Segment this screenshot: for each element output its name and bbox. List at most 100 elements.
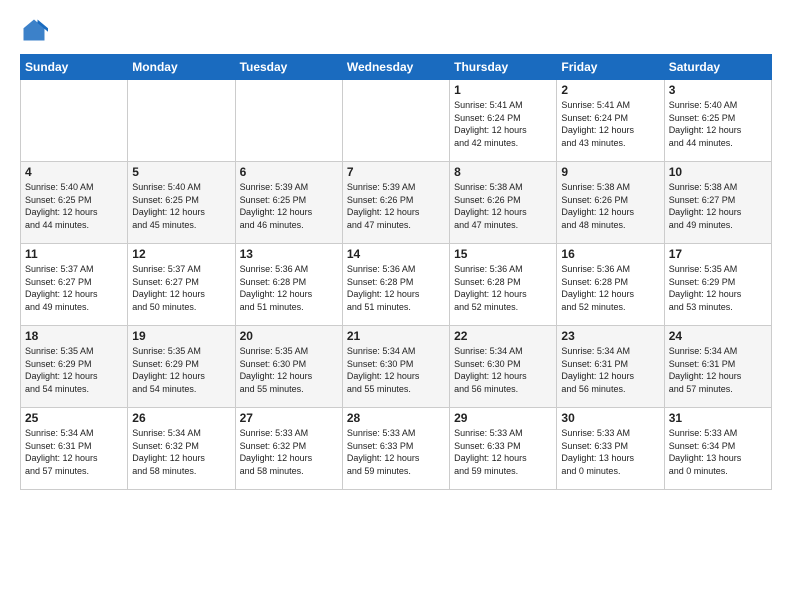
calendar-cell: 29 Sunrise: 5:33 AM Sunset: 6:33 PM Dayli… [450, 408, 557, 490]
day-number: 27 [240, 411, 338, 425]
calendar-week: 11 Sunrise: 5:37 AM Sunset: 6:27 PM Dayli… [21, 244, 772, 326]
day-number: 12 [132, 247, 230, 261]
day-info: Sunrise: 5:35 AM Sunset: 6:29 PM Dayligh… [669, 263, 767, 313]
day-number: 8 [454, 165, 552, 179]
calendar-cell: 6 Sunrise: 5:39 AM Sunset: 6:25 PM Daylig… [235, 162, 342, 244]
day-number: 16 [561, 247, 659, 261]
calendar-cell: 10 Sunrise: 5:38 AM Sunset: 6:27 PM Dayli… [664, 162, 771, 244]
calendar-cell: 19Sunrise: 5:35 AM Sunset: 6:29 PM Dayli… [128, 326, 235, 408]
day-info: Sunrise: 5:34 AM Sunset: 6:30 PM Dayligh… [347, 345, 445, 395]
day-info: Sunrise: 5:40 AM Sunset: 6:25 PM Dayligh… [669, 99, 767, 149]
header-day: Saturday [664, 55, 771, 80]
calendar-header: SundayMondayTuesdayWednesdayThursdayFrid… [21, 55, 772, 80]
calendar-week: 1 Sunrise: 5:41 AM Sunset: 6:24 PM Daylig… [21, 80, 772, 162]
header-day: Friday [557, 55, 664, 80]
calendar-cell: 23 Sunrise: 5:34 AM Sunset: 6:31 PM Dayli… [557, 326, 664, 408]
day-number: 14 [347, 247, 445, 261]
day-number: 24 [669, 329, 767, 343]
logo-icon [20, 16, 48, 44]
day-number: 5 [132, 165, 230, 179]
day-number: 3 [669, 83, 767, 97]
day-info: Sunrise: 5:37 AM Sunset: 6:27 PM Dayligh… [132, 263, 230, 313]
day-info: Sunrise: 5:38 AM Sunset: 6:27 PM Dayligh… [669, 181, 767, 231]
day-number: 20 [240, 329, 338, 343]
day-number: 11 [25, 247, 123, 261]
day-info: Sunrise: 5:34 AM Sunset: 6:31 PM Dayligh… [25, 427, 123, 477]
day-info: Sunrise: 5:39 AM Sunset: 6:26 PM Dayligh… [347, 181, 445, 231]
day-info: Sunrise: 5:33 AM Sunset: 6:32 PM Dayligh… [240, 427, 338, 477]
day-number: 23 [561, 329, 659, 343]
day-number: 1 [454, 83, 552, 97]
day-number: 2 [561, 83, 659, 97]
day-number: 18 [25, 329, 123, 343]
calendar-cell [21, 80, 128, 162]
day-number: 30 [561, 411, 659, 425]
calendar-cell: 3 Sunrise: 5:40 AM Sunset: 6:25 PM Daylig… [664, 80, 771, 162]
calendar-week: 18 Sunrise: 5:35 AM Sunset: 6:29 PM Dayli… [21, 326, 772, 408]
day-info: Sunrise: 5:36 AM Sunset: 6:28 PM Dayligh… [454, 263, 552, 313]
day-info: Sunrise: 5:33 AM Sunset: 6:33 PM Dayligh… [347, 427, 445, 477]
header-day: Tuesday [235, 55, 342, 80]
day-info: Sunrise: 5:35 AM Sunset: 6:29 PM Dayligh… [132, 345, 230, 395]
calendar-week: 25 Sunrise: 5:34 AM Sunset: 6:31 PM Dayli… [21, 408, 772, 490]
day-info: Sunrise: 5:33 AM Sunset: 6:33 PM Dayligh… [454, 427, 552, 477]
calendar-cell: 28 Sunrise: 5:33 AM Sunset: 6:33 PM Dayli… [342, 408, 449, 490]
header-day: Wednesday [342, 55, 449, 80]
calendar-cell: 16 Sunrise: 5:36 AM Sunset: 6:28 PM Dayli… [557, 244, 664, 326]
calendar-cell [342, 80, 449, 162]
calendar-cell: 24Sunrise: 5:34 AM Sunset: 6:31 PM Dayli… [664, 326, 771, 408]
calendar-week: 4 Sunrise: 5:40 AM Sunset: 6:25 PM Daylig… [21, 162, 772, 244]
header-day: Thursday [450, 55, 557, 80]
calendar-cell: 11Sunrise: 5:37 AM Sunset: 6:27 PM Dayli… [21, 244, 128, 326]
day-info: Sunrise: 5:34 AM Sunset: 6:31 PM Dayligh… [561, 345, 659, 395]
calendar-cell [128, 80, 235, 162]
calendar-cell [235, 80, 342, 162]
calendar-body: 1 Sunrise: 5:41 AM Sunset: 6:24 PM Daylig… [21, 80, 772, 490]
day-number: 22 [454, 329, 552, 343]
day-number: 13 [240, 247, 338, 261]
day-number: 31 [669, 411, 767, 425]
calendar-cell: 26Sunrise: 5:34 AM Sunset: 6:32 PM Dayli… [128, 408, 235, 490]
calendar-cell: 31Sunrise: 5:33 AM Sunset: 6:34 PM Dayli… [664, 408, 771, 490]
day-info: Sunrise: 5:38 AM Sunset: 6:26 PM Dayligh… [561, 181, 659, 231]
calendar-cell: 1 Sunrise: 5:41 AM Sunset: 6:24 PM Daylig… [450, 80, 557, 162]
day-info: Sunrise: 5:34 AM Sunset: 6:30 PM Dayligh… [454, 345, 552, 395]
calendar-cell: 27 Sunrise: 5:33 AM Sunset: 6:32 PM Dayli… [235, 408, 342, 490]
day-info: Sunrise: 5:40 AM Sunset: 6:25 PM Dayligh… [25, 181, 123, 231]
calendar-cell: 14Sunrise: 5:36 AM Sunset: 6:28 PM Dayli… [342, 244, 449, 326]
day-number: 28 [347, 411, 445, 425]
calendar-cell: 12 Sunrise: 5:37 AM Sunset: 6:27 PM Dayli… [128, 244, 235, 326]
day-info: Sunrise: 5:38 AM Sunset: 6:26 PM Dayligh… [454, 181, 552, 231]
calendar-cell: 4 Sunrise: 5:40 AM Sunset: 6:25 PM Daylig… [21, 162, 128, 244]
day-number: 29 [454, 411, 552, 425]
day-number: 4 [25, 165, 123, 179]
day-number: 10 [669, 165, 767, 179]
day-info: Sunrise: 5:41 AM Sunset: 6:24 PM Dayligh… [561, 99, 659, 149]
calendar-cell: 21Sunrise: 5:34 AM Sunset: 6:30 PM Dayli… [342, 326, 449, 408]
calendar-cell: 18Sunrise: 5:35 AM Sunset: 6:29 PM Dayli… [21, 326, 128, 408]
calendar-cell: 7Sunrise: 5:39 AM Sunset: 6:26 PM Daylig… [342, 162, 449, 244]
day-info: Sunrise: 5:36 AM Sunset: 6:28 PM Dayligh… [240, 263, 338, 313]
calendar-cell: 5 Sunrise: 5:40 AM Sunset: 6:25 PM Daylig… [128, 162, 235, 244]
day-info: Sunrise: 5:36 AM Sunset: 6:28 PM Dayligh… [561, 263, 659, 313]
calendar-cell: 30Sunrise: 5:33 AM Sunset: 6:33 PM Dayli… [557, 408, 664, 490]
day-info: Sunrise: 5:41 AM Sunset: 6:24 PM Dayligh… [454, 99, 552, 149]
logo [20, 16, 52, 44]
day-info: Sunrise: 5:40 AM Sunset: 6:25 PM Dayligh… [132, 181, 230, 231]
calendar-cell: 22 Sunrise: 5:34 AM Sunset: 6:30 PM Dayli… [450, 326, 557, 408]
day-number: 25 [25, 411, 123, 425]
calendar-table: SundayMondayTuesdayWednesdayThursdayFrid… [20, 54, 772, 490]
calendar-cell: 13 Sunrise: 5:36 AM Sunset: 6:28 PM Dayli… [235, 244, 342, 326]
calendar-cell: 2 Sunrise: 5:41 AM Sunset: 6:24 PM Daylig… [557, 80, 664, 162]
calendar-cell: 20Sunrise: 5:35 AM Sunset: 6:30 PM Dayli… [235, 326, 342, 408]
day-info: Sunrise: 5:39 AM Sunset: 6:25 PM Dayligh… [240, 181, 338, 231]
calendar-cell: 9 Sunrise: 5:38 AM Sunset: 6:26 PM Daylig… [557, 162, 664, 244]
calendar-cell: 15Sunrise: 5:36 AM Sunset: 6:28 PM Dayli… [450, 244, 557, 326]
page: SundayMondayTuesdayWednesdayThursdayFrid… [0, 0, 792, 500]
day-number: 9 [561, 165, 659, 179]
day-number: 26 [132, 411, 230, 425]
header-day: Sunday [21, 55, 128, 80]
day-number: 17 [669, 247, 767, 261]
calendar-cell: 17 Sunrise: 5:35 AM Sunset: 6:29 PM Dayli… [664, 244, 771, 326]
day-number: 6 [240, 165, 338, 179]
